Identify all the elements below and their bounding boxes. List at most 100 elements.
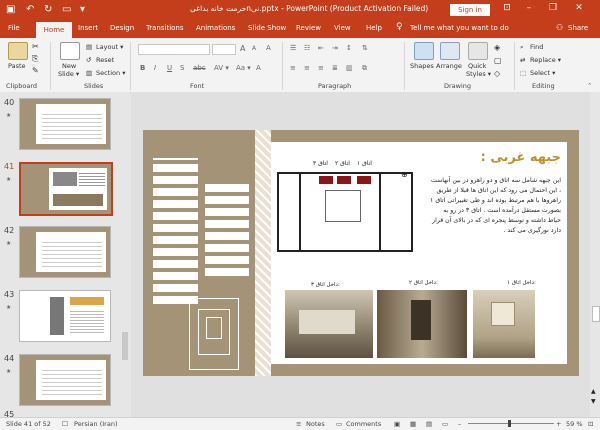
slide-thumbnail-43[interactable]	[19, 290, 111, 342]
tab-design[interactable]: Design	[110, 24, 134, 32]
arrange-button[interactable]: Arrange	[436, 62, 462, 70]
font-color-icon[interactable]: A	[256, 64, 261, 72]
zoom-out-icon[interactable]: –	[458, 420, 461, 428]
zoom-slider[interactable]	[468, 423, 554, 424]
find-icon[interactable]: ⌕	[520, 43, 524, 52]
tab-animations[interactable]: Animations	[196, 24, 235, 32]
reset-button[interactable]: Reset	[96, 56, 114, 64]
numbering-icon[interactable]: ☷	[304, 44, 310, 52]
format-painter-icon[interactable]: ✎	[32, 66, 39, 75]
replace-icon[interactable]: ⇄	[520, 56, 525, 64]
next-slide-icon[interactable]: ▼	[591, 398, 596, 405]
start-slideshow-icon[interactable]: ▭	[62, 3, 71, 17]
comments-button[interactable]: Comments	[346, 420, 381, 428]
find-button[interactable]: Find	[530, 43, 543, 51]
restore-button[interactable]: ❐	[546, 3, 560, 13]
shadow-button[interactable]: S	[180, 64, 184, 72]
customize-qat-icon[interactable]: ▾	[80, 3, 85, 17]
copy-icon[interactable]: ⎘	[32, 54, 38, 64]
slide-thumbnail-41[interactable]	[19, 162, 113, 216]
cut-icon[interactable]: ✂	[32, 42, 39, 51]
reading-view-icon[interactable]: ▤	[426, 420, 432, 428]
quick-styles-button[interactable]: Quick	[468, 62, 486, 70]
close-button[interactable]: ✕	[572, 3, 586, 13]
section-icon[interactable]: ▥	[86, 69, 92, 77]
reset-icon[interactable]: ↺	[86, 56, 91, 64]
zoom-in-icon[interactable]: +	[556, 420, 561, 428]
redo-icon[interactable]: ↻	[44, 3, 52, 17]
tell-me-search[interactable]: Tell me what you want to do	[410, 24, 509, 32]
slide-thumbnail-42[interactable]	[19, 226, 111, 278]
paste-button[interactable]: Paste	[8, 62, 26, 70]
char-spacing-button[interactable]: AV ▾	[214, 64, 229, 72]
slide[interactable]: اتاق ۱ اتاق ۲ اتاق ۳ ⊕ جبهه غربی : این ج…	[143, 130, 579, 376]
select-button[interactable]: Select ▾	[530, 69, 555, 77]
new-slide-button[interactable]: New	[62, 62, 76, 70]
share-icon[interactable]: ⚇	[556, 23, 563, 32]
scroll-thumb[interactable]	[122, 332, 128, 360]
underline-button[interactable]: U	[167, 64, 172, 72]
notes-button[interactable]: Notes	[306, 420, 325, 428]
layout-icon[interactable]: ▤	[86, 43, 92, 51]
tab-view[interactable]: View	[334, 24, 351, 32]
shape-fill-icon[interactable]: ◈	[494, 43, 500, 52]
new-slide-icon[interactable]	[60, 42, 80, 60]
align-center-icon[interactable]: ≡	[304, 64, 310, 72]
replace-button[interactable]: Replace ▾	[530, 56, 561, 64]
slide-thumbnail-44[interactable]	[19, 354, 111, 406]
tab-review[interactable]: Review	[296, 24, 321, 32]
shapes-button[interactable]: Shapes	[410, 62, 434, 70]
quick-styles-icon[interactable]	[468, 42, 488, 60]
align-left-icon[interactable]: ≡	[290, 64, 296, 72]
language-indicator[interactable]: Persian (Iran)	[74, 420, 118, 428]
paste-icon[interactable]	[8, 42, 28, 60]
smartart-icon[interactable]: ⧉	[362, 64, 367, 73]
justify-icon[interactable]: ≣	[332, 64, 338, 72]
font-name-combo[interactable]	[138, 44, 210, 55]
sign-in-button[interactable]: Sign in	[450, 4, 490, 16]
section-button[interactable]: Section ▾	[96, 69, 125, 77]
tab-file[interactable]: File	[8, 24, 20, 32]
text-direction-icon[interactable]: ⇅	[362, 44, 368, 52]
collapse-ribbon-icon[interactable]: ˄	[588, 82, 591, 90]
italic-button[interactable]: I	[154, 64, 156, 72]
comments-icon[interactable]: ▭	[336, 420, 342, 428]
tab-transitions[interactable]: Transitions	[146, 24, 184, 32]
select-icon[interactable]: ⬚	[520, 69, 526, 77]
strikethrough-button[interactable]: abc	[193, 64, 206, 72]
fit-slide-icon[interactable]: ⊡	[588, 420, 593, 428]
zoom-slider-thumb[interactable]	[508, 420, 511, 427]
arrange-icon[interactable]	[440, 42, 460, 60]
save-icon[interactable]: ▣	[6, 3, 15, 17]
shape-effects-icon[interactable]: ◇	[494, 69, 500, 78]
tab-help[interactable]: Help	[366, 24, 382, 32]
normal-view-icon[interactable]: ▣	[394, 420, 400, 428]
shapes-icon[interactable]	[414, 42, 434, 60]
undo-icon[interactable]: ↶	[26, 3, 34, 17]
tab-slideshow[interactable]: Slide Show	[248, 24, 286, 32]
minimize-button[interactable]: –	[522, 3, 536, 13]
line-spacing-icon[interactable]: ↕	[346, 44, 352, 52]
decrease-indent-icon[interactable]: ⇤	[318, 44, 324, 52]
thumbnail-scrollbar[interactable]	[121, 92, 129, 417]
font-size-combo[interactable]	[212, 44, 236, 55]
canvas-scroll-thumb[interactable]	[592, 306, 600, 322]
ribbon-display-icon[interactable]: ⊡	[500, 3, 514, 13]
new-slide-dropdown[interactable]: Slide ▾	[58, 70, 79, 78]
columns-icon[interactable]: ▥	[346, 64, 353, 72]
canvas-scrollbar[interactable]: ▲ ▼	[590, 92, 600, 417]
share-button[interactable]: Share	[568, 24, 588, 32]
increase-indent-icon[interactable]: ⇥	[332, 44, 338, 52]
slide-sorter-icon[interactable]: ▦	[410, 420, 416, 428]
change-case-button[interactable]: Aa ▾	[236, 64, 251, 72]
prev-slide-icon[interactable]: ▲	[591, 388, 596, 395]
align-right-icon[interactable]: ≡	[318, 64, 324, 72]
slideshow-view-icon[interactable]: ▭	[442, 420, 448, 428]
zoom-level[interactable]: 59 %	[566, 420, 583, 428]
shape-outline-icon[interactable]: ▢	[494, 56, 502, 65]
tab-home[interactable]: Home	[36, 22, 72, 38]
spelling-icon[interactable]: ☐	[62, 420, 68, 428]
clear-format-button[interactable]: A	[266, 44, 271, 52]
slide-thumbnail-40[interactable]	[19, 98, 111, 150]
tab-insert[interactable]: Insert	[78, 24, 98, 32]
